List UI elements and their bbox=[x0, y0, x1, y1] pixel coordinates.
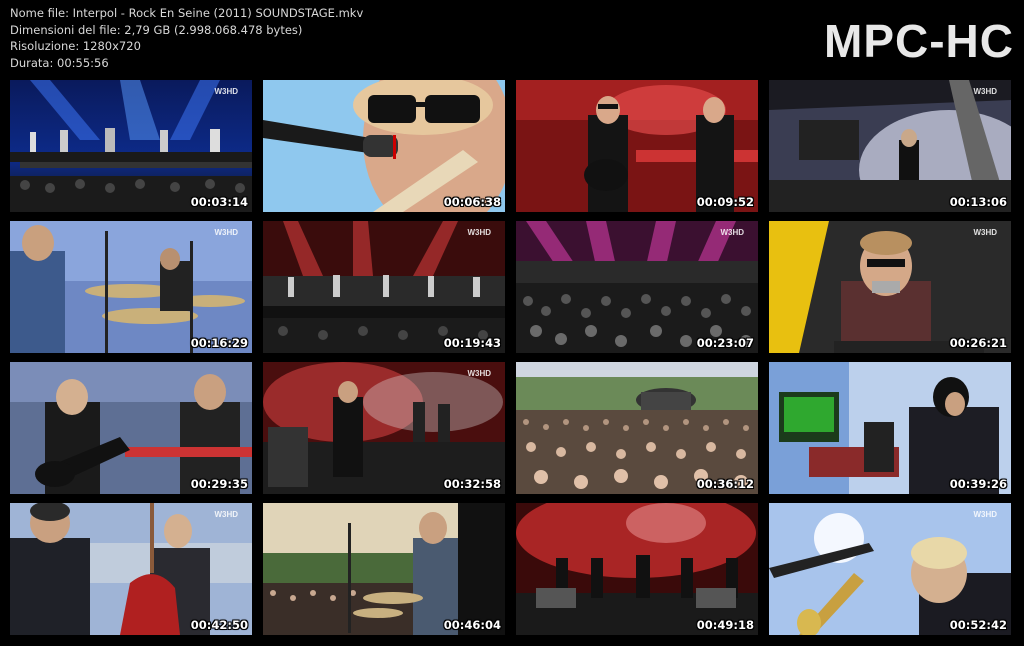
file-info: Nome file: Interpol - Rock En Seine (201… bbox=[10, 5, 363, 71]
file-size-text: Dimensioni del file: 2,79 GB (2.998.068.… bbox=[10, 22, 303, 37]
thumbnail[interactable]: 00:39:26 bbox=[769, 362, 1011, 494]
timestamp: 00:39:26 bbox=[949, 477, 1007, 491]
timestamp: 00:49:18 bbox=[696, 618, 754, 632]
timestamp: 00:09:52 bbox=[696, 195, 754, 209]
timestamp: 00:32:58 bbox=[443, 477, 501, 491]
timestamp: 00:23:07 bbox=[696, 336, 754, 350]
watermark-text: W3HD bbox=[214, 228, 238, 237]
thumbnail[interactable]: 00:49:18 bbox=[516, 503, 758, 635]
timestamp: 00:16:29 bbox=[190, 336, 248, 350]
watermark-text: W3HD bbox=[214, 87, 238, 96]
thumbnail[interactable]: W3HD 00:23:07 bbox=[516, 221, 758, 353]
thumbnail[interactable]: W3HD 00:16:29 bbox=[10, 221, 252, 353]
timestamp: 00:03:14 bbox=[190, 195, 248, 209]
mpc-hc-logo: MPC-HC bbox=[824, 15, 1014, 67]
thumbnail[interactable]: W3HD 00:52:42 bbox=[769, 503, 1011, 635]
thumbnail[interactable]: 00:06:38 bbox=[263, 80, 505, 212]
watermark-text: W3HD bbox=[214, 510, 238, 519]
timestamp: 00:26:21 bbox=[949, 336, 1007, 350]
thumbnail[interactable]: 00:09:52 bbox=[516, 80, 758, 212]
thumbnail[interactable]: W3HD 00:19:43 bbox=[263, 221, 505, 353]
thumbnail[interactable]: W3HD 00:26:21 bbox=[769, 221, 1011, 353]
timestamp: 00:19:43 bbox=[443, 336, 501, 350]
timestamp: 00:36:12 bbox=[696, 477, 754, 491]
watermark-text: W3HD bbox=[973, 228, 997, 237]
watermark-text: W3HD bbox=[467, 369, 491, 378]
thumbnail[interactable]: W3HD 00:03:14 bbox=[10, 80, 252, 212]
timestamp: 00:13:06 bbox=[949, 195, 1007, 209]
timestamp: 00:29:35 bbox=[190, 477, 248, 491]
timestamp: 00:46:04 bbox=[443, 618, 501, 632]
thumbnail[interactable]: W3HD 00:13:06 bbox=[769, 80, 1011, 212]
watermark-text: W3HD bbox=[467, 228, 491, 237]
timestamp: 00:42:50 bbox=[190, 618, 248, 632]
watermark-text: W3HD bbox=[973, 87, 997, 96]
thumbnail[interactable]: W3HD 00:42:50 bbox=[10, 503, 252, 635]
thumbnail[interactable]: W3HD 00:32:58 bbox=[263, 362, 505, 494]
thumbnail-grid: W3HD 00:03:14 00:06:38 00:09:52 W3HD 00:… bbox=[10, 80, 1014, 636]
thumbnail[interactable]: 00:29:35 bbox=[10, 362, 252, 494]
timestamp: 00:06:38 bbox=[443, 195, 501, 209]
file-name-text: Nome file: Interpol - Rock En Seine (201… bbox=[10, 6, 364, 20]
watermark-text: W3HD bbox=[720, 228, 744, 237]
resolution-text: Risoluzione: 1280x720 bbox=[10, 39, 141, 53]
thumbnail[interactable]: 00:46:04 bbox=[263, 503, 505, 635]
duration-text: Durata: 00:55:56 bbox=[10, 55, 109, 70]
watermark-text: W3HD bbox=[973, 510, 997, 519]
timestamp: 00:52:42 bbox=[949, 618, 1007, 632]
thumbnail[interactable]: 00:36:12 bbox=[516, 362, 758, 494]
